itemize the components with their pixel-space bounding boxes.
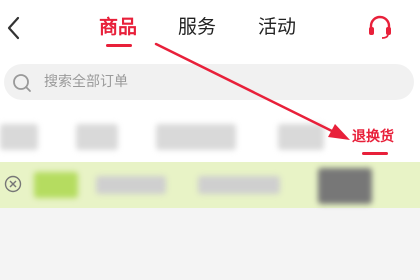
search-icon	[13, 74, 31, 92]
search-placeholder: 搜索全部订单	[44, 74, 128, 90]
blurred-filter-4[interactable]	[278, 124, 324, 150]
top-header: 商品 服务 活动	[0, 0, 420, 56]
order-row[interactable]	[0, 162, 420, 208]
headset-icon	[369, 15, 391, 39]
blurred-avatar	[318, 168, 372, 204]
blurred-filter-3[interactable]	[156, 124, 236, 150]
chevron-left-icon	[7, 16, 20, 40]
blurred-filter-1[interactable]	[0, 124, 38, 150]
blurred-text-1	[96, 176, 166, 194]
search-section: 搜索全部订单	[0, 56, 420, 112]
blurred-filter-2[interactable]	[76, 124, 118, 150]
back-button[interactable]	[4, 14, 22, 42]
blurred-thumbnail	[34, 172, 78, 198]
active-tab-indicator	[106, 44, 132, 47]
search-input[interactable]: 搜索全部订单	[4, 64, 414, 100]
blurred-text-2	[198, 176, 280, 194]
filter-returns-exchange[interactable]: 退换货	[352, 128, 394, 146]
close-circle-icon[interactable]	[4, 175, 22, 193]
customer-service-button[interactable]	[367, 14, 393, 40]
tab-service[interactable]: 服务	[178, 14, 216, 40]
active-filter-indicator	[362, 152, 388, 155]
tab-activity[interactable]: 活动	[258, 14, 296, 40]
tab-goods[interactable]: 商品	[99, 14, 137, 40]
